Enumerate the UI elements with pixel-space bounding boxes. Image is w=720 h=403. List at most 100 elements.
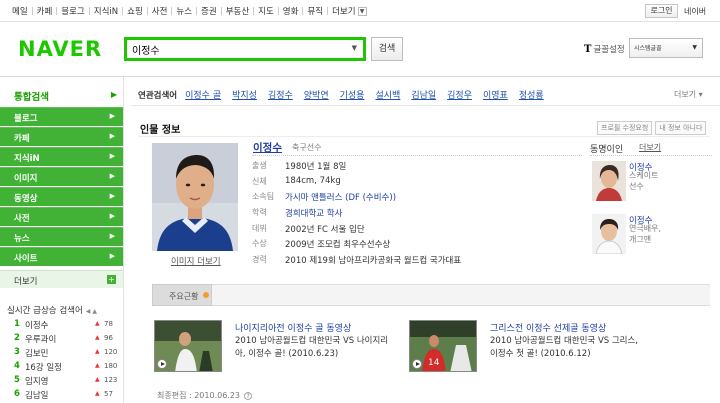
news-title[interactable]: 그리스전 이정수 선제골 동영상 [490,321,606,334]
sidebar-item-label: 통합검색 [14,92,49,103]
autocomplete-arrow-icon[interactable]: ▼ [352,44,357,52]
nav-music[interactable]: 뮤직 [307,5,323,17]
keyword[interactable]: 16강 일정 [25,361,62,373]
sidebar-item-news[interactable]: 뉴스 ▶ [0,227,123,246]
keyword[interactable]: 이정수 [25,319,48,331]
realtime-item[interactable]: 5 임지영 ▲ 123 [0,375,123,389]
not-me-button[interactable]: 내 정보 아니다 [655,121,707,135]
photo-more-link[interactable]: 이미지 더보기 [171,255,221,267]
nav-movie[interactable]: 영화 [283,5,299,17]
arrow-up-icon: ▲ [95,390,100,397]
help-icon[interactable]: ? [244,392,253,400]
divider [171,7,173,15]
related-keyword[interactable]: 양박연 [304,88,329,101]
related-keyword[interactable]: 김남일 [411,88,436,101]
news-desc-line: 2010 남아공월드컵 대한민국 VS 그리스, [490,336,639,346]
related-keyword[interactable]: 이정수 골 [185,88,221,101]
nav-more[interactable]: 더보기 [332,5,355,17]
namesake-more-link[interactable]: 더보기 [639,142,661,153]
login-button[interactable]: 로그인 [645,4,678,18]
keyword[interactable]: 김남일 [25,389,48,401]
video-thumbnail[interactable]: 14 [409,320,477,372]
nav-stock[interactable]: 증권 [201,5,217,17]
nav-cafe[interactable]: 카페 [37,5,53,17]
keyword[interactable]: 김보민 [25,347,48,359]
search-button[interactable]: 검색 [371,37,403,61]
nav-kin[interactable]: 지식iN [94,5,118,17]
play-icon[interactable] [412,359,422,369]
chevron-down-icon[interactable]: ▼ [357,6,367,16]
search-box[interactable]: ▼ [124,37,366,61]
divider [196,7,198,15]
realtime-item[interactable]: 6 김남일 ▲ 57 [0,389,123,403]
nav-mail[interactable]: 메일 [12,5,28,17]
tab-main-news[interactable]: 주요근황 [152,284,212,306]
related-more-label: 더보기 [674,90,697,99]
info-key: 신체 [252,176,267,186]
info-value: 184cm, 74kg [285,175,341,186]
realtime-nav-icon[interactable]: ◀ ▲ [86,308,97,315]
video-thumbnail[interactable] [154,320,222,372]
related-keyword[interactable]: 설시백 [375,88,400,101]
person-photo-illustration [152,143,238,251]
sidebar-item-label: 카페 [14,134,30,144]
sidebar-item-site[interactable]: 사이트 ▶ [0,247,123,266]
realtime-item[interactable]: 1 이정수 ▲ 78 [0,319,123,333]
namesake-desc: 스케이트 선수 [629,171,659,191]
profile-edit-request-button[interactable]: 프로필 수정요청 [597,121,653,135]
font-setting-link[interactable]: T 글꼴설정 [584,43,625,55]
sidebar-item-label: 사이트 [14,254,38,264]
news-desc: 2010 남아공월드컵 대한민국 VS 나이지리 아, 이정수 골! (2010… [235,335,388,360]
keyword[interactable]: 우루과이 [25,333,56,345]
person-photo-illustration [592,161,626,201]
play-icon[interactable] [157,359,167,369]
sidebar-item-image[interactable]: 이미지 ▶ [0,167,123,186]
nav-shopping[interactable]: 쇼핑 [127,5,143,17]
realtime-item[interactable]: 4 16강 일정 ▲ 180 [0,361,123,375]
sidebar-item-label: 뉴스 [14,234,30,244]
news-desc-line: 이정수 첫 골! (2010.6.12) [490,348,591,359]
divider [56,7,58,15]
sidebar-item-kin[interactable]: 지식iN ▶ [0,147,123,166]
sidebar-item-cafe[interactable]: 카페 ▶ [0,127,123,146]
sidebar-item-total-search[interactable]: 통합검색 ▶ [0,81,123,107]
naverme-link[interactable]: 네이버 [684,6,706,17]
divider [220,7,222,15]
realtime-item[interactable]: 2 우루과이 ▲ 96 [0,333,123,347]
related-keyword[interactable]: 박지성 [232,88,257,101]
font-icon: T [584,44,592,55]
related-more-link[interactable]: 더보기 ▾ [674,89,703,100]
related-keyword[interactable]: 정성룡 [519,88,544,101]
sidebar-item-dictionary[interactable]: 사전 ▶ [0,207,123,226]
keyword[interactable]: 임지영 [25,375,48,387]
nav-blog[interactable]: 블로그 [61,5,84,17]
realtime-item[interactable]: 3 김보민 ▲ 120 [0,347,123,361]
chevron-right-icon: ▶ [109,252,115,260]
arrow-up-icon: ▲ [95,362,100,369]
new-badge-icon [203,292,209,298]
sidebar-item-video[interactable]: 동영상 ▶ [0,187,123,206]
sidebar-item-blog[interactable]: 블로그 ▶ [0,107,123,126]
search-input[interactable] [132,43,332,56]
nav-realestate[interactable]: 부동산 [226,5,249,17]
person-name[interactable]: 이정수 [253,140,282,155]
nav-map[interactable]: 지도 [258,5,274,17]
arrow-up-icon: ▲ [95,376,100,383]
sidebar-more[interactable]: 더보기 + [0,270,123,288]
divider [590,155,712,156]
divider [88,7,90,15]
nav-news[interactable]: 뉴스 [176,5,192,17]
related-keyword[interactable]: 이영표 [483,88,508,101]
nav-dictionary[interactable]: 사전 [152,5,168,17]
profile-photo[interactable] [152,143,238,251]
namesake-photo[interactable] [592,161,626,201]
related-keyword[interactable]: 김정수 [268,88,293,101]
font-select[interactable]: 시스템글꼴 ▼ [629,38,703,58]
namesake-photo[interactable] [592,214,626,254]
related-keyword[interactable]: 김정우 [447,88,472,101]
naver-logo[interactable]: NAVER [18,37,102,61]
news-title[interactable]: 나이지리아전 이정수 골 동영상 [235,321,351,334]
info-value-link[interactable]: 가시마 앤틀러스 (DF (수비수)) [285,191,396,203]
info-value-link[interactable]: 경희대학교 학사 [285,207,342,219]
related-keyword[interactable]: 기성용 [340,88,365,101]
